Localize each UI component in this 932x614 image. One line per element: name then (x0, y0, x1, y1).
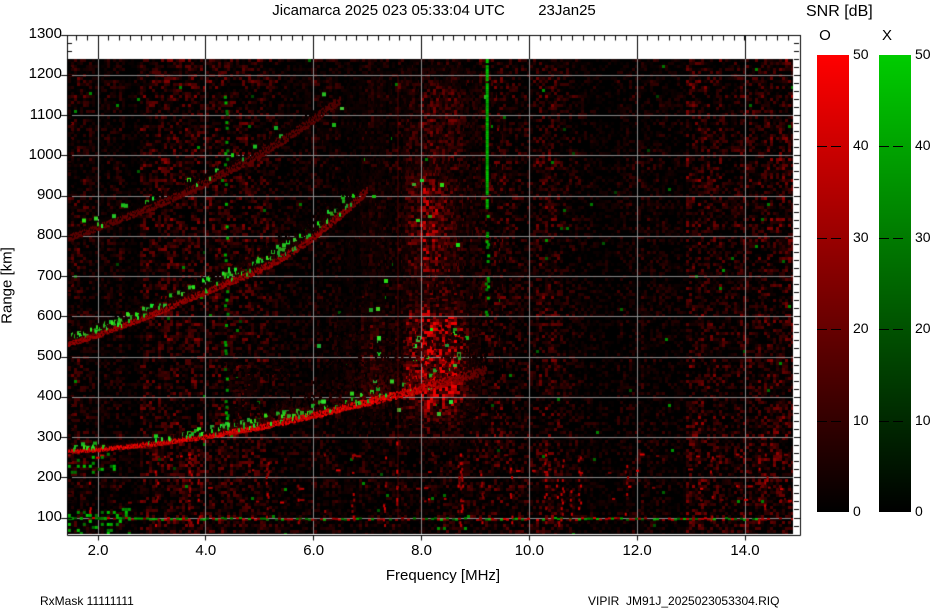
x-tick-label: 12.0 (622, 542, 652, 559)
colorbar-o-tick-label: 40 (853, 137, 869, 154)
colorbar-o-bar (817, 55, 849, 512)
colorbar-o-tick-label: 20 (853, 320, 869, 337)
x-tick-label: 4.0 (195, 542, 217, 559)
colorbar-x-tick-label: 0 (915, 503, 923, 519)
y-tick-label: 200 (36, 467, 62, 485)
x-tick-label: 10.0 (514, 542, 544, 559)
colorbar-x-bar (879, 55, 911, 512)
colorbar-tick-mark (879, 146, 889, 148)
colorbar-tick-mark (893, 329, 903, 331)
colorbar-title: SNR [dB] (806, 3, 873, 20)
colorbar-x-tick-label: 20 (915, 320, 931, 337)
colorbar-tick-mark (893, 146, 903, 148)
y-tick-label: 900 (36, 186, 62, 203)
y-tick-label: 800 (36, 226, 62, 244)
colorbar-o-tick-label: 10 (853, 411, 869, 428)
ionogram-page: { "page": { "title": "Jicamarca 2025 023… (0, 0, 932, 614)
colorbar-tick-mark (831, 237, 841, 239)
colorbar-tick-mark (817, 146, 827, 148)
colorbar-tick-mark (879, 329, 889, 331)
colorbar-x-tick-label: 50 (915, 46, 931, 62)
colorbar-tick-mark (817, 329, 827, 331)
colorbar-o-tick-label: 50 (853, 46, 869, 62)
colorbar-o-label: O (819, 27, 831, 44)
colorbar-x-tick-label: 30 (915, 228, 931, 245)
ionogram-canvas (0, 0, 932, 614)
x-tick-label: 14.0 (730, 542, 760, 559)
colorbar-x-tick-label: 40 (915, 137, 931, 154)
colorbar-tick-mark (893, 237, 903, 239)
x-axis-label: Frequency [MHz] (385, 567, 501, 584)
colorbar-tick-mark (817, 237, 827, 239)
y-tick-label: 300 (36, 427, 62, 445)
colorbar-tick-mark (831, 420, 841, 422)
y-tick-label: 1300 (28, 25, 62, 42)
y-tick-label: 1000 (28, 145, 62, 163)
colorbar-tick-mark (879, 420, 889, 422)
y-tick-label: 700 (36, 266, 62, 284)
y-axis-label: Range [km] (0, 247, 16, 324)
y-tick-label: 100 (36, 508, 62, 525)
x-tick-label: 6.0 (303, 542, 325, 559)
colorbar-tick-mark (831, 329, 841, 331)
y-tick-label: 500 (36, 347, 62, 364)
filename-text: VIPIR JM91J_2025023053304.RIQ (588, 594, 780, 608)
y-tick-label: 600 (36, 306, 62, 324)
colorbar-o-tick-label: 30 (853, 228, 869, 245)
colorbar-x-tick-label: 10 (915, 411, 931, 428)
colorbar-tick-mark (879, 237, 889, 239)
y-tick-label: 400 (36, 387, 62, 405)
y-tick-label: 1100 (29, 105, 62, 123)
colorbar-tick-mark (831, 146, 841, 148)
colorbar-tick-mark (893, 420, 903, 422)
x-tick-label: 2.0 (87, 542, 109, 559)
colorbar-tick-mark (817, 420, 827, 422)
colorbar-x-label: X (881, 27, 892, 44)
plot-title: Jicamarca 2025 023 05:33:04 UTC 23Jan25 (272, 2, 596, 19)
colorbar-o-tick-label: 0 (853, 503, 861, 519)
x-tick-label: 8.0 (411, 542, 432, 559)
y-tick-label: 1200 (28, 65, 62, 83)
rxmask-text: RxMask 11111111 (40, 594, 134, 608)
